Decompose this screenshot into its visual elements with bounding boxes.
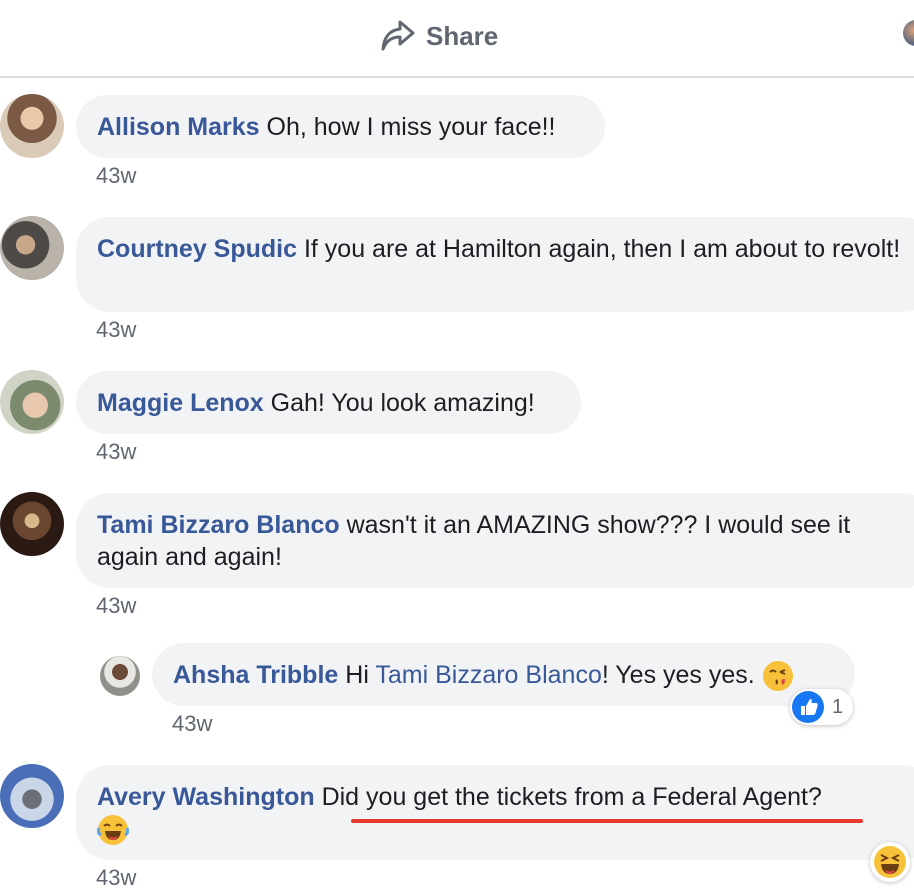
comment-text: Did you get the tickets from a Federal A…: [321, 783, 822, 811]
comment-text: Gah! You look amazing!: [270, 389, 535, 417]
comment-author[interactable]: Tami Bizzaro Blanco: [97, 511, 340, 539]
reaction-summary[interactable]: 1: [790, 689, 854, 725]
comment-timestamp[interactable]: 43w: [96, 439, 136, 465]
comment-bubble: Maggie Lenox Gah! You look amazing!: [76, 371, 581, 434]
avatar[interactable]: [100, 656, 140, 696]
comment-timestamp[interactable]: 43w: [96, 317, 136, 343]
avatar[interactable]: [0, 492, 64, 556]
comment-text: If you are at Hamilton again, then I am …: [303, 235, 901, 263]
comment-timestamp[interactable]: 43w: [96, 865, 136, 891]
avatar[interactable]: [0, 370, 64, 434]
like-icon: [792, 691, 824, 723]
viewer-avatar[interactable]: [903, 20, 914, 46]
comment-author[interactable]: Ahsha Tribble: [173, 661, 338, 689]
share-arrow-icon: [381, 20, 415, 51]
reaction-summary[interactable]: [870, 842, 910, 882]
avatar[interactable]: [0, 94, 64, 158]
laughing-tears-icon: [97, 815, 129, 846]
comment-author[interactable]: Courtney Spudic: [97, 235, 297, 263]
reaction-count: 1: [832, 695, 844, 718]
share-label: Share: [426, 20, 499, 51]
comment-author[interactable]: Allison Marks: [97, 113, 260, 141]
comment-text-after: ! Yes yes yes.: [601, 661, 755, 689]
comment-text-before: Hi: [345, 661, 369, 689]
share-button[interactable]: Share: [380, 16, 498, 56]
annotation-underline: [351, 819, 863, 823]
laughing-squint-icon: [874, 846, 906, 878]
mention-link[interactable]: Tami Bizzaro Blanco: [375, 661, 601, 689]
avatar[interactable]: [0, 764, 64, 828]
comment-text: Oh, how I miss your face!!: [266, 113, 556, 141]
comment-author[interactable]: Maggie Lenox: [97, 389, 264, 417]
comment-timestamp[interactable]: 43w: [96, 163, 136, 189]
comment-timestamp[interactable]: 43w: [172, 711, 212, 737]
comment-bubble: Tami Bizzaro Blanco wasn't it an AMAZING…: [76, 493, 914, 588]
face-blowing-kiss-icon: [762, 661, 793, 692]
reply-bubble: Ahsha Tribble Hi Tami Bizzaro Blanco! Ye…: [152, 643, 855, 706]
comment-timestamp[interactable]: 43w: [96, 593, 136, 619]
comment-bubble: Allison Marks Oh, how I miss your face!!: [76, 95, 605, 158]
avatar[interactable]: [0, 216, 64, 280]
post-actions-bar: Share: [0, 0, 914, 78]
comment-author[interactable]: Avery Washington: [97, 783, 315, 811]
comment-bubble: Courtney Spudic If you are at Hamilton a…: [76, 217, 914, 312]
comment-bubble: Avery Washington Did you get the tickets…: [76, 765, 914, 860]
